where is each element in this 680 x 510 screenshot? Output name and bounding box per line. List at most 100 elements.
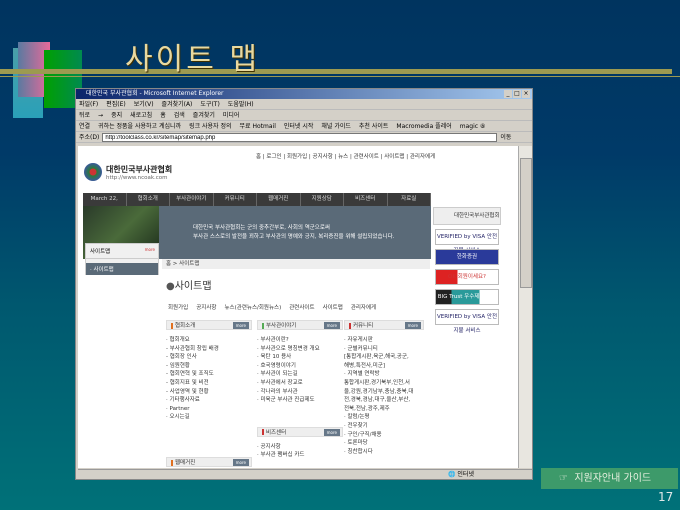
nav-item[interactable]: 비즈센터 xyxy=(344,193,388,206)
tab-link[interactable]: 관리자에게 xyxy=(351,303,376,311)
list-item[interactable]: - 부사관협회 창립 배경 xyxy=(166,345,252,354)
close-button[interactable]: × xyxy=(522,90,530,98)
tab-link[interactable]: 사이트맵 xyxy=(323,303,343,311)
nav-item[interactable]: 지원상담 xyxy=(301,193,344,206)
list-item[interactable]: · 토론마당 xyxy=(344,439,424,448)
stop-button[interactable]: 중지 xyxy=(111,110,122,120)
favorites-button[interactable]: 즐겨찾기 xyxy=(193,110,215,120)
more-button[interactable]: more xyxy=(232,322,249,329)
list-item[interactable]: - 협회연혁 및 조직도 xyxy=(166,370,252,379)
nav-date: March 22, 2002 xyxy=(83,193,127,215)
bigtrust-banner[interactable]: BIG Trust 우수제품 추천보상 xyxy=(435,289,499,314)
refresh-button[interactable]: 새로고침 xyxy=(130,110,152,120)
nav-item[interactable]: 부사관이야기 xyxy=(170,193,214,206)
menu-file[interactable]: 파일(F) xyxy=(79,99,98,109)
guide-button[interactable]: ☞ 지원자안내 가이드 xyxy=(541,468,678,489)
status-zone: 인터넷 xyxy=(457,471,474,478)
list-item[interactable]: · Partner xyxy=(166,405,252,414)
list-item[interactable]: · 미육군 부사관 진급제도 xyxy=(257,396,343,405)
home-button[interactable]: 홈 xyxy=(160,110,166,120)
list-item[interactable]: · 군별커뮤니티 xyxy=(344,345,424,354)
more-button[interactable]: more xyxy=(323,322,340,329)
tab-link[interactable]: 관련사이트 xyxy=(289,303,314,311)
list-item[interactable]: - 임원현황 xyxy=(166,362,252,371)
top-links[interactable]: 홈 | 로그인 | 회원가입 | 공지사항 | 뉴스 | 관련사이트 | 사이트… xyxy=(256,152,435,160)
list-item[interactable]: · 전우찾기 xyxy=(344,422,424,431)
list-item[interactable]: · 기타행사자료 xyxy=(166,396,252,405)
link-item[interactable]: magic ⑧ xyxy=(460,121,486,131)
menu-view[interactable]: 보기(V) xyxy=(134,99,154,109)
list-item[interactable]: · 부사관으로 명칭변경 개요 xyxy=(257,345,343,354)
scrollbar-thumb[interactable] xyxy=(520,158,532,288)
list-item[interactable]: - 사업영역 및 현황 xyxy=(166,388,252,397)
link-item[interactable]: 무료 Hotmail xyxy=(240,121,276,131)
slide-title: 사이트 맵 xyxy=(125,42,260,77)
list-item[interactable]: 울,강원,경기남부,충남,충북,대 xyxy=(344,388,424,397)
media-button[interactable]: 미디어 xyxy=(223,110,240,120)
list-item[interactable]: · 공지사항 xyxy=(257,443,343,452)
menu-tools[interactable]: 도구(T) xyxy=(200,99,219,109)
list-item[interactable]: · 부사관에서 장교로 xyxy=(257,379,343,388)
menu-help[interactable]: 도움말(H) xyxy=(228,99,254,109)
list-item[interactable]: · 칼럼/논평 xyxy=(344,413,424,422)
tab-link[interactable]: 공지사항 xyxy=(196,303,216,311)
menu-edit[interactable]: 편집(E) xyxy=(106,99,126,109)
tab-link[interactable]: 회원가입 xyxy=(168,303,188,311)
list-item[interactable]: 전북,전남,광주,제주 xyxy=(344,405,424,414)
list-item[interactable]: [통합게시판,육군,해국,공군, xyxy=(344,353,424,362)
list-item[interactable]: 전,경북,경남,대구,울산,부산, xyxy=(344,396,424,405)
list-item[interactable]: · 지역별 연락방 xyxy=(344,370,424,379)
maximize-button[interactable]: □ xyxy=(513,90,521,98)
org-name[interactable]: 대한민국부사관협회 xyxy=(106,164,172,175)
nav-item[interactable]: 자료실 xyxy=(388,193,431,206)
more-button[interactable]: more xyxy=(232,459,249,466)
address-bar: 주소(D) 이동 xyxy=(76,132,532,143)
sidebar-item-sitemap[interactable]: · 사이트맵 xyxy=(86,263,158,275)
menu-favorites[interactable]: 즐겨찾기(A) xyxy=(162,99,193,109)
forward-button[interactable]: → xyxy=(98,110,103,120)
go-button[interactable]: 이동 xyxy=(500,132,511,142)
list-item[interactable]: - 협회장 인사 xyxy=(166,353,252,362)
link-item[interactable]: Macromedia 플레어 xyxy=(396,121,451,131)
link-item[interactable]: 귀하는 정품을 사용하고 계십니까 xyxy=(98,121,181,131)
banner-text: 부사관 스스로의 발전을 꾀하고 부사관의 명예와 긍지, 복리증진을 위해 설… xyxy=(193,234,395,240)
hanwha-banner[interactable]: 한화증권 xyxy=(435,249,499,265)
link-item[interactable]: 추천 사이트 xyxy=(359,121,389,131)
minimize-button[interactable]: _ xyxy=(504,90,512,98)
list-item[interactable]: 통합게시판,경기북부,인천,서 xyxy=(344,379,424,388)
sidebar-more[interactable]: more xyxy=(145,247,155,252)
logo-icon xyxy=(84,163,102,181)
list-item[interactable]: · 호국영령이야기 xyxy=(257,362,343,371)
nav-item[interactable]: 협회소개 xyxy=(127,193,170,206)
list-item[interactable]: · 오시는길 xyxy=(166,413,252,422)
tab-link[interactable]: 뉴스(관련뉴스/회원뉴스) xyxy=(225,303,282,311)
visa-banner[interactable]: VERIFIED by VISA 안전 지불 서비스 xyxy=(435,229,499,254)
more-button[interactable]: more xyxy=(323,428,340,436)
list-item[interactable]: 해병,특전사,미군] xyxy=(344,362,424,371)
ok-banner[interactable]: OK 회원이세요? xyxy=(435,269,499,285)
list-item[interactable]: · 부사관이란? xyxy=(257,336,343,345)
list-item[interactable]: · 부사관이 되는길 xyxy=(257,370,343,379)
list-item[interactable]: · 칭찬합시다 xyxy=(344,448,424,457)
list-item[interactable]: · 협회개요 xyxy=(166,336,252,345)
list-item[interactable]: · 부사관 팸버십 카드 xyxy=(257,451,343,460)
link-item[interactable]: 링크 사용자 정의 xyxy=(189,121,231,131)
nav-item[interactable]: 웹매거진 xyxy=(257,193,301,206)
list-item[interactable]: · 자유게시판 xyxy=(344,336,424,345)
column-title: 웹매거진 xyxy=(175,460,196,466)
visa-banner[interactable]: VERIFIED by VISA 안전 지불 서비스 xyxy=(435,309,499,334)
vertical-scrollbar[interactable] xyxy=(518,146,532,468)
list-item[interactable]: · 육탄 10 용사 xyxy=(257,353,343,362)
search-button[interactable]: 검색 xyxy=(174,110,185,120)
back-button[interactable]: 뒤로 xyxy=(79,110,90,120)
link-item[interactable]: 인터넷 시작 xyxy=(284,121,314,131)
address-input[interactable] xyxy=(102,133,498,142)
column-story: 부사관이야기 more · 부사관이란? · 부사관으로 명칭변경 개요 · 육탄 10… xyxy=(257,320,343,460)
more-button[interactable]: more xyxy=(404,322,421,329)
nav-item[interactable]: 커뮤니티 xyxy=(214,193,257,206)
link-item[interactable]: 채널 가이드 xyxy=(321,121,351,131)
list-item[interactable]: - 협회지표 및 비전 xyxy=(166,379,252,388)
column-title: 비즈센터 xyxy=(266,429,287,436)
list-item[interactable]: · 구인/구직/채용 xyxy=(344,431,424,440)
list-item[interactable]: · 각나라의 부사관 xyxy=(257,388,343,397)
